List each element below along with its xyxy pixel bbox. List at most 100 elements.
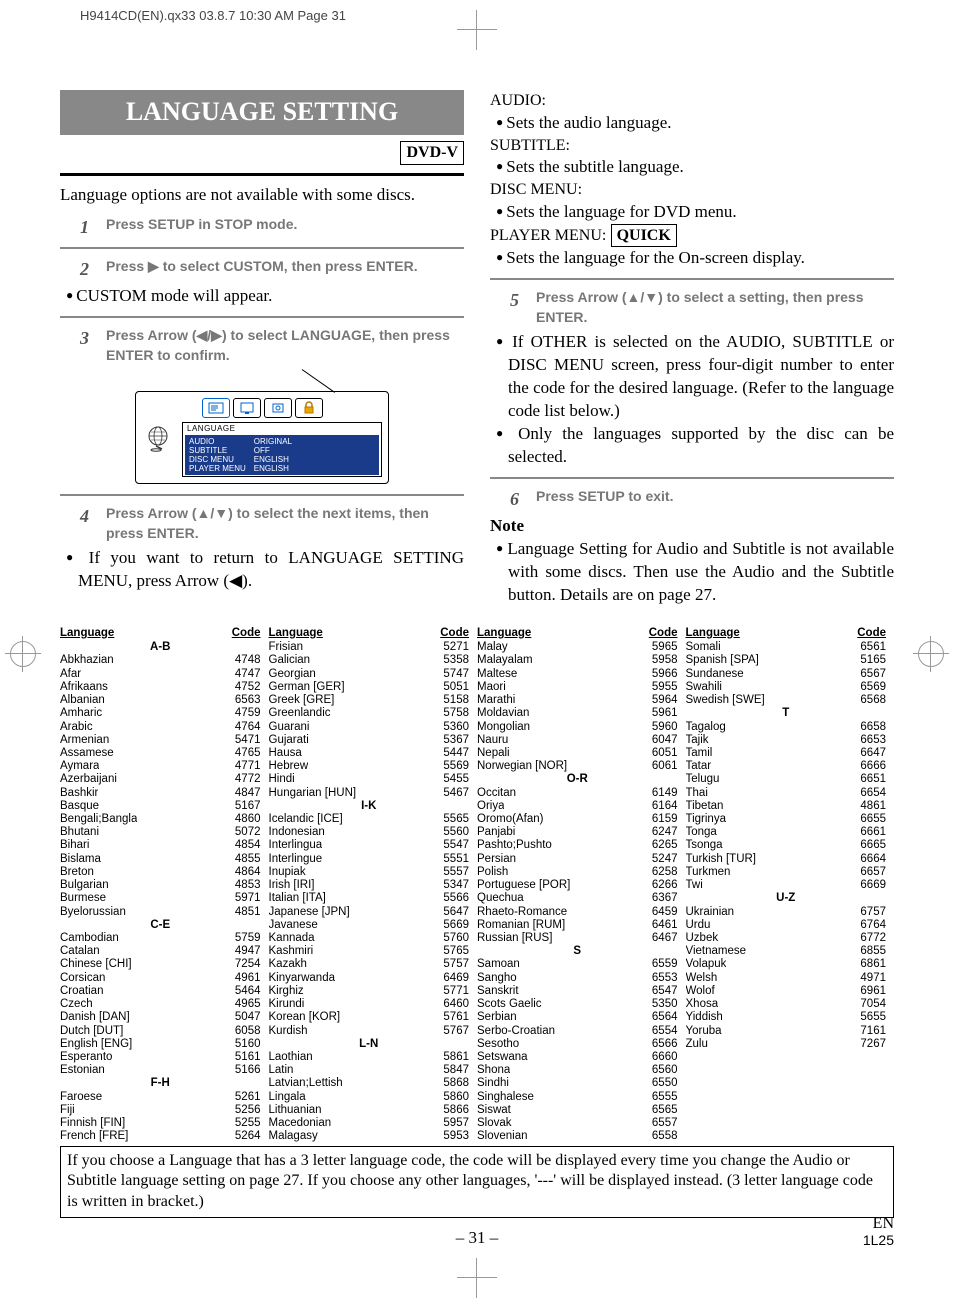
table-row: Tigrinya6655 — [686, 813, 887, 826]
table-row: Basque5167 — [60, 800, 261, 813]
display-tab-icon — [233, 398, 261, 418]
corner-revision: 1L25 — [863, 1233, 894, 1248]
table-row: Burmese5971 — [60, 892, 261, 905]
table-row: Fiji5256 — [60, 1104, 261, 1117]
osd-val: ORIGINAL — [254, 437, 292, 446]
table-row: Somali6561 — [686, 641, 887, 654]
table-row: Kurdish5767 — [269, 1025, 470, 1038]
osd-left-col: AUDIO SUBTITLE DISC MENU PLAYER MENU — [189, 437, 246, 474]
table-row: Bhutani5072 — [60, 826, 261, 839]
table-row: Yoruba7161 — [686, 1025, 887, 1038]
step-5: 5 Press Arrow (▲/▼) to select a setting,… — [510, 288, 894, 327]
left-column: LANGUAGE SETTING DVD-V Language options … — [60, 90, 464, 607]
table-column-3: LanguageCodeMalay5965Malayalam5958Maltes… — [477, 627, 686, 1144]
table-row: Finnish [FIN]5255 — [60, 1117, 261, 1130]
table-section: A-B — [60, 641, 261, 654]
table-row: Malayalam5958 — [477, 654, 678, 667]
step-text: Press Arrow (◀/▶) to select LANGUAGE, th… — [106, 326, 464, 365]
table-row: Welsh4971 — [686, 972, 887, 985]
intro-text: Language options are not available with … — [60, 184, 464, 207]
table-row: Uzbek6772 — [686, 932, 887, 945]
step-text: Press Arrow (▲/▼) to select the next ite… — [106, 504, 464, 543]
table-row: Irish [IRI]5347 — [269, 879, 470, 892]
osd-row: SUBTITLE — [189, 446, 246, 455]
table-row: Urdu6764 — [686, 919, 887, 932]
table-row: Latvian;Lettish5868 — [269, 1077, 470, 1090]
player-menu-line: PLAYER MENU: QUICK — [490, 224, 894, 248]
step-4-note: If you want to return to LANGUAGE SETTIN… — [66, 547, 464, 593]
table-row: Vietnamese6855 — [686, 945, 887, 958]
disc-menu-heading: DISC MENU: — [490, 179, 894, 201]
parental-tab-icon — [295, 398, 323, 418]
table-row: Icelandic [ICE]5565 — [269, 813, 470, 826]
osd-panel: LANGUAGE AUDIO SUBTITLE DISC MENU PLAYER… — [182, 422, 382, 477]
table-row: Japanese [JPN]5647 — [269, 906, 470, 919]
table-row: Siswat6565 — [477, 1104, 678, 1117]
table-row: Swedish [SWE]6568 — [686, 694, 887, 707]
section-title: LANGUAGE SETTING — [60, 90, 464, 135]
osd-row: AUDIO — [189, 437, 246, 446]
table-row: Malay5965 — [477, 641, 678, 654]
step-number: 2 — [80, 257, 96, 281]
table-row: Turkish [TUR]6664 — [686, 853, 887, 866]
table-row: Interlingue5551 — [269, 853, 470, 866]
table-row: Oriya6164 — [477, 800, 678, 813]
table-row: Occitan6149 — [477, 787, 678, 800]
table-row: Panjabi6247 — [477, 826, 678, 839]
table-row: Yiddish5655 — [686, 1011, 887, 1024]
table-section: L-N — [269, 1038, 470, 1051]
table-row: Sundanese6567 — [686, 668, 887, 681]
table-row: Maltese5966 — [477, 668, 678, 681]
table-row: Macedonian5957 — [269, 1117, 470, 1130]
table-row: Norwegian [NOR]6061 — [477, 760, 678, 773]
table-row: Tonga6661 — [686, 826, 887, 839]
osd-panel-label: LANGUAGE — [187, 424, 379, 433]
right-column: AUDIO: Sets the audio language. SUBTITLE… — [490, 90, 894, 607]
table-row: Portuguese [POR]6266 — [477, 879, 678, 892]
step-5-note-1: If OTHER is selected on the AUDIO, SUBTI… — [496, 331, 894, 423]
table-row: Breton4864 — [60, 866, 261, 879]
table-row: Croatian5464 — [60, 985, 261, 998]
table-row: Maori5955 — [477, 681, 678, 694]
table-row: Tajik6653 — [686, 734, 887, 747]
table-row: Laothian5861 — [269, 1051, 470, 1064]
osd-val: OFF — [254, 446, 292, 455]
table-section: S — [477, 945, 678, 958]
table-row: Hausa5447 — [269, 747, 470, 760]
audio-desc: Sets the audio language. — [496, 112, 894, 135]
table-row: Rhaeto-Romance6459 — [477, 906, 678, 919]
table-row: Kannada5760 — [269, 932, 470, 945]
table-header: LanguageCode — [686, 627, 887, 640]
table-header: LanguageCode — [477, 627, 678, 640]
table-row: Lithuanian5866 — [269, 1104, 470, 1117]
step-3: 3 Press Arrow (◀/▶) to select LANGUAGE, … — [80, 326, 464, 365]
step-divider — [490, 278, 894, 280]
callout-line — [60, 369, 464, 385]
step-6: 6 Press SETUP to exit. — [510, 487, 894, 511]
table-header: LanguageCode — [269, 627, 470, 640]
table-row: Sangho6553 — [477, 972, 678, 985]
step-number: 1 — [80, 215, 96, 239]
table-row: Lingala5860 — [269, 1091, 470, 1104]
table-row: German [GER]5051 — [269, 681, 470, 694]
table-column-2: LanguageCodeFrisian5271Galician5358Georg… — [269, 627, 478, 1144]
table-section: F-H — [60, 1077, 261, 1090]
table-row: Galician5358 — [269, 654, 470, 667]
divider — [60, 173, 464, 176]
table-row: Serbo-Croatian6554 — [477, 1025, 678, 1038]
table-row: Georgian5747 — [269, 668, 470, 681]
table-row: Russian [RUS]6467 — [477, 932, 678, 945]
table-row: Greenlandic5758 — [269, 707, 470, 720]
table-row: Scots Gaelic5350 — [477, 998, 678, 1011]
osd-val: ENGLISH — [254, 464, 292, 473]
player-menu-heading: PLAYER MENU: — [490, 227, 606, 244]
step-number: 3 — [80, 326, 96, 365]
osd-row: DISC MENU — [189, 455, 246, 464]
table-row: Shona6560 — [477, 1064, 678, 1077]
step-4: 4 Press Arrow (▲/▼) to select the next i… — [80, 504, 464, 543]
table-row: Twi6669 — [686, 879, 887, 892]
registration-mark-bottom — [457, 1258, 497, 1298]
table-row: Bengali;Bangla4860 — [60, 813, 261, 826]
table-row: Gujarati5367 — [269, 734, 470, 747]
table-row: Tatar6666 — [686, 760, 887, 773]
